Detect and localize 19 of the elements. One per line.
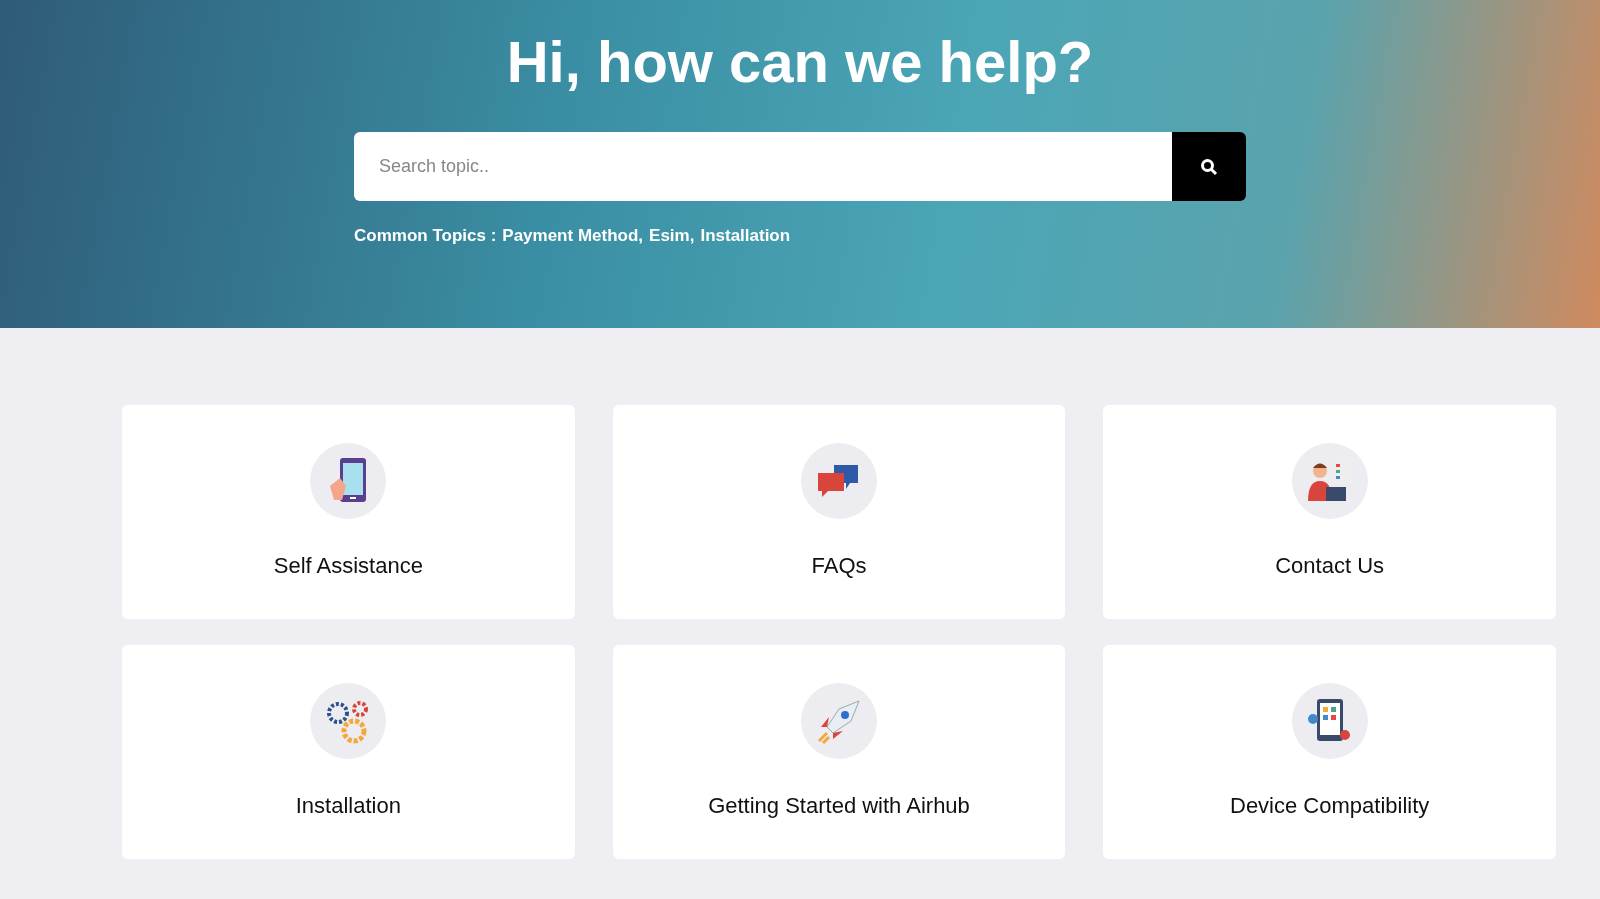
topic-card[interactable]: Self Assistance xyxy=(122,405,575,619)
card-label: Installation xyxy=(295,792,401,820)
search-icon xyxy=(1200,157,1218,176)
search-field[interactable]: Search topic.. xyxy=(354,132,1172,201)
page-title: Hi, how can we help? xyxy=(506,28,1094,96)
common-topics-label: Common Topics : xyxy=(354,225,497,247)
topic-card[interactable]: Device Compatibility xyxy=(1103,645,1556,859)
card-label: Device Compatibility xyxy=(1230,792,1430,820)
topic-link[interactable]: Payment Method, xyxy=(502,223,644,249)
card-label: FAQs xyxy=(811,552,867,580)
topic-card[interactable]: FAQs xyxy=(612,405,1066,619)
card-label: Getting Started with Airhub xyxy=(708,792,970,820)
topic-card[interactable]: Installation xyxy=(122,645,575,859)
card-label: Self Assistance xyxy=(273,552,423,580)
rocket-icon xyxy=(815,697,863,745)
topic-card[interactable]: Contact Us xyxy=(1103,405,1556,619)
card-label: Contact Us xyxy=(1275,552,1385,580)
search-button[interactable] xyxy=(1172,132,1246,201)
topic-card[interactable]: Getting Started with Airhub xyxy=(612,645,1066,859)
